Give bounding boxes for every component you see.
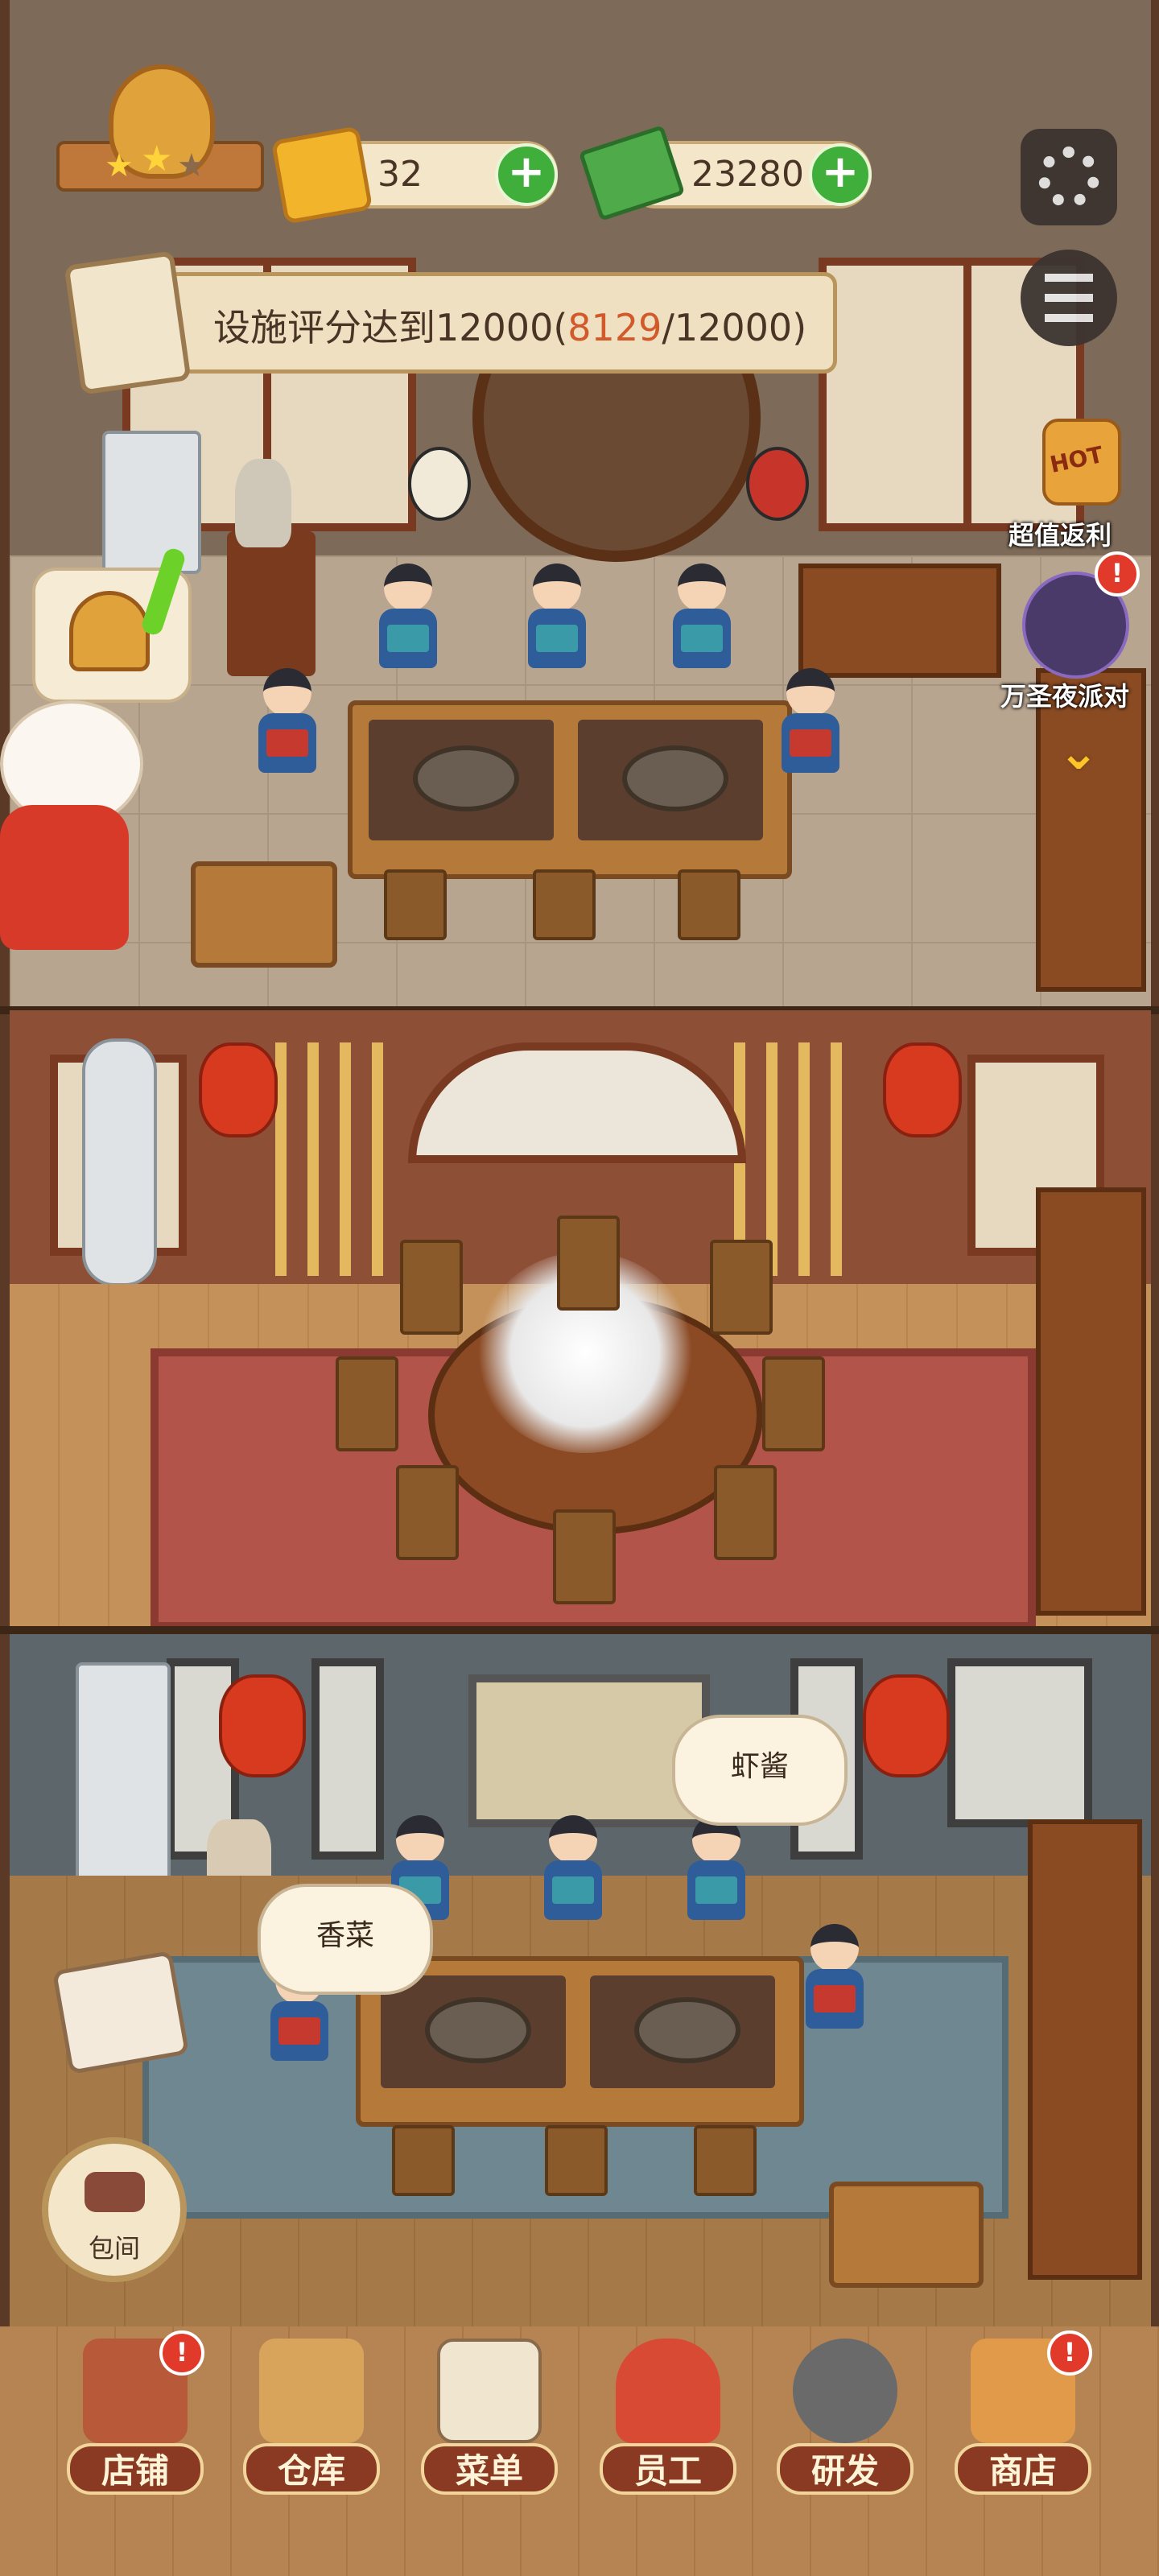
tea-shelf [1028,1819,1142,2280]
chair [336,1356,398,1451]
settings-button[interactable] [1021,129,1117,225]
rank-star-icon: ★ [177,147,206,184]
flower-stand [227,531,316,676]
sideboard [798,564,1001,678]
standing-air-conditioner[interactable] [82,1038,157,1286]
gem-count: 32 [377,154,423,195]
lucky-cat-icon[interactable] [0,700,161,958]
staff-icon [616,2339,720,2443]
tea-shelf [1036,1187,1146,1616]
chair [396,1465,459,1560]
sofa-icon [85,2172,145,2212]
add-cash-button[interactable]: + [809,143,872,206]
chair [545,2125,608,2196]
diner[interactable] [670,564,734,668]
side-table [191,861,337,968]
diner[interactable] [255,668,320,773]
alert-badge: ! [1047,2330,1092,2376]
chair [710,1240,773,1335]
value-rebate-label[interactable]: 超值返利 [1008,515,1112,552]
quest-banner[interactable]: 设施评分达到12000(8129/12000) [129,272,837,374]
chair [553,1509,616,1604]
quest-text: 设施评分达到12000(8129/12000) [213,306,807,349]
lattice-window [819,258,971,531]
gem-icon [270,126,373,225]
menu-clipboard-icon [437,2339,542,2443]
diner[interactable] [525,564,589,668]
collapse-chevron-icon[interactable]: ⌄ [1042,729,1115,785]
hotpot-table[interactable] [348,700,792,879]
hotpot-table[interactable] [356,1956,804,2127]
chair [384,869,447,940]
chair [694,2125,757,2196]
hot-label: HOT [1047,440,1106,478]
order-bubble: 香菜 [258,1884,433,1995]
restaurant-rank[interactable]: ★ ★ ★ [56,64,264,205]
red-lantern [883,1042,962,1137]
nav-shop-front[interactable]: ! 店铺 [67,2330,204,2500]
warehouse-icon [259,2339,364,2443]
settings-gear-icon [1038,147,1099,208]
quest-progress-current: 8129 [567,306,662,349]
bamboo-painting [947,1658,1092,1827]
nav-label: 店铺 [67,2443,204,2495]
side-table [829,2182,984,2288]
chair [400,1240,463,1335]
chair [714,1465,777,1560]
floor-divider [0,1626,1159,1634]
air-conditioner[interactable] [102,431,201,574]
nav-store[interactable]: ! 商店 [955,2330,1092,2500]
diner[interactable] [684,1815,749,1920]
nav-label: 仓库 [243,2443,380,2495]
wok-icon [793,2339,897,2443]
order-bubble: 虾酱 [672,1715,848,1826]
chair [533,869,596,940]
menu-list-icon [1045,274,1093,322]
nav-label: 菜单 [421,2443,558,2495]
chair [678,869,740,940]
chair [557,1216,620,1311]
tea-shelf [1036,668,1146,992]
add-gems-button[interactable]: + [495,143,558,206]
red-lantern [219,1674,306,1777]
task-list-button[interactable] [1021,250,1117,346]
red-lantern [863,1674,950,1777]
nav-research[interactable]: 研发 [777,2339,914,2500]
nav-label: 员工 [600,2443,736,2495]
halloween-party-label[interactable]: 万圣夜派对 [1000,676,1129,713]
hotpot-icon [425,1997,531,2063]
private-room-label: 包间 [88,2233,140,2264]
chair [762,1356,825,1451]
rank-star-icon: ★ [141,138,173,180]
opera-mask-red [746,447,809,521]
hotpot-icon [622,745,728,811]
rank-star-icon: ★ [105,147,134,184]
red-lantern [199,1042,278,1137]
bell-icon [69,591,150,671]
diner[interactable] [376,564,440,668]
nav-warehouse[interactable]: 仓库 [243,2339,380,2500]
chair [392,2125,455,2196]
bamboo-scroll [311,1658,384,1860]
hotpot-icon [634,1997,740,2063]
cash-count: 23280 [691,154,804,195]
nav-staff[interactable]: 员工 [600,2339,736,2500]
alert-badge: ! [159,2330,204,2376]
opera-mask-white [408,447,471,521]
value-rebate-icon[interactable]: HOT [1042,419,1121,506]
private-room-button[interactable]: 包间 [42,2137,187,2282]
recipe-book-icon[interactable] [52,1950,190,2075]
nav-menu[interactable]: 菜单 [421,2339,558,2500]
nav-label: 商店 [955,2443,1091,2495]
quest-clipboard-icon [64,250,192,395]
air-conditioner[interactable] [76,1662,171,1910]
vase [235,459,291,547]
hotpot-icon [413,745,519,811]
diner[interactable] [778,668,843,773]
alert-badge: ! [1095,551,1140,597]
diner[interactable] [541,1815,605,1920]
nav-label: 研发 [777,2443,914,2495]
diner[interactable] [802,1924,867,2029]
floor-2-banquet-room[interactable] [10,1010,1151,1626]
